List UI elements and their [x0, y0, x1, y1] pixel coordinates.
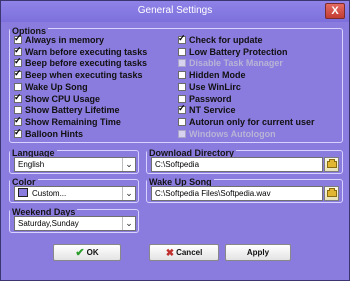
option-password[interactable]: Password	[178, 94, 232, 105]
checkbox[interactable]	[178, 103, 186, 115]
check-icon: ✔	[75, 247, 85, 259]
option-use-winlirc[interactable]: Use WinLirc	[178, 82, 241, 93]
option-label: Autorun only for current user	[189, 116, 315, 127]
option-label: Show CPU Usage	[25, 93, 101, 104]
close-button[interactable]: X	[325, 3, 345, 19]
option-autorun-only-for-current-user[interactable]: Autorun only for current user	[178, 117, 315, 128]
option-hidden-mode[interactable]: Hidden Mode	[178, 70, 246, 81]
option-label: Wake Up Song	[25, 81, 88, 92]
color-value-wrapper: Custom...	[18, 187, 66, 200]
checkbox[interactable]	[14, 127, 22, 138]
language-dropdown[interactable]: English ⌄	[14, 157, 136, 172]
option-label: Beep when executing tasks	[25, 70, 143, 81]
weekend-days-dropdown[interactable]: Saturday,Sunday ⌄	[14, 216, 136, 231]
option-label: Beep before executing tasks	[25, 58, 148, 69]
option-windows-autologon: Windows Autologon	[178, 129, 276, 140]
download-directory-input[interactable]: C:\Softpedia	[151, 157, 323, 172]
apply-button[interactable]: Apply	[225, 244, 291, 261]
ok-button-label: OK	[86, 248, 99, 257]
color-group: Color Custom... ⌄	[9, 177, 139, 203]
option-disable-task-manager: Disable Task Manager	[178, 58, 283, 69]
ok-button[interactable]: ✔ OK	[53, 244, 121, 261]
option-label: Password	[189, 93, 232, 104]
general-settings-window: General Settings X Options Always in mem…	[0, 0, 350, 281]
option-wake-up-song[interactable]: Wake Up Song	[14, 82, 88, 93]
option-label: Use WinLirc	[189, 81, 241, 92]
chevron-down-icon[interactable]: ⌄	[122, 158, 135, 171]
checkbox[interactable]	[14, 33, 22, 44]
option-beep-when-executing-tasks[interactable]: Beep when executing tasks	[14, 68, 143, 81]
weekend-days-group: Weekend Days Saturday,Sunday ⌄	[9, 207, 139, 233]
apply-button-label: Apply	[246, 248, 270, 257]
download-directory-group: Download Directory C:\Softpedia	[146, 148, 343, 174]
x-icon: ✖	[165, 248, 175, 259]
option-label: Disable Task Manager	[189, 58, 283, 69]
checkbox[interactable]	[14, 56, 22, 68]
option-label: Low Battery Protection	[189, 46, 288, 57]
window-title: General Settings	[137, 5, 213, 16]
option-label: Windows Autologon	[189, 128, 276, 139]
option-balloon-hints[interactable]: Balloon Hints	[14, 127, 83, 140]
language-value: English	[18, 160, 45, 169]
checkbox[interactable]	[14, 92, 22, 103]
option-label: Show Remaining Time	[25, 116, 121, 127]
option-label: NT Service	[189, 105, 236, 116]
checkbox[interactable]	[14, 82, 22, 91]
option-show-battery-lifetime[interactable]: Show Battery Lifetime	[14, 105, 120, 116]
checkbox	[178, 129, 186, 138]
wake-up-song-browse-button[interactable]	[324, 186, 339, 201]
option-low-battery-protection[interactable]: Low Battery Protection	[178, 47, 288, 58]
chevron-down-icon[interactable]: ⌄	[122, 187, 135, 200]
cancel-button[interactable]: ✖ Cancel	[149, 244, 219, 261]
wake-up-song-group: Wake Up Song C:\Softpedia Files\Softpedi…	[146, 177, 343, 203]
checkbox[interactable]	[178, 71, 186, 80]
language-group: Language English ⌄	[9, 148, 139, 174]
options-group: Options Always in memoryWarn before exec…	[9, 26, 343, 143]
download-directory-value: C:\Softpedia	[155, 160, 200, 169]
option-label: Show Battery Lifetime	[25, 105, 120, 116]
weekend-days-value: Saturday,Sunday	[18, 219, 79, 228]
option-label: Warn before executing tasks	[25, 46, 148, 57]
option-label: Balloon Hints	[25, 128, 83, 139]
folder-icon	[326, 188, 337, 197]
checkbox[interactable]	[14, 115, 22, 126]
option-warn-before-executing-tasks[interactable]: Warn before executing tasks	[14, 45, 148, 58]
option-label: Hidden Mode	[189, 70, 246, 81]
checkbox[interactable]	[178, 82, 186, 91]
option-show-remaining-time[interactable]: Show Remaining Time	[14, 115, 121, 128]
option-label: Check for update	[189, 35, 263, 45]
color-dropdown[interactable]: Custom... ⌄	[14, 186, 136, 201]
download-directory-browse-button[interactable]	[324, 157, 339, 172]
checkbox[interactable]	[178, 117, 186, 126]
option-check-for-update[interactable]: Check for update	[178, 33, 263, 46]
checkbox[interactable]	[14, 45, 22, 56]
checkbox[interactable]	[14, 106, 22, 115]
option-label: Always in memory	[25, 35, 105, 45]
title-bar[interactable]: General Settings X	[1, 1, 349, 22]
color-value: Custom...	[32, 189, 67, 198]
wake-up-song-value: C:\Softpedia Files\Softpedia.wav	[155, 189, 271, 198]
folder-icon	[326, 159, 337, 168]
cancel-button-label: Cancel	[176, 248, 203, 257]
checkbox[interactable]	[14, 68, 22, 80]
wake-up-song-input[interactable]: C:\Softpedia Files\Softpedia.wav	[151, 186, 323, 201]
checkbox[interactable]	[178, 47, 186, 56]
checkbox[interactable]	[178, 33, 186, 44]
chevron-down-icon[interactable]: ⌄	[122, 217, 135, 230]
option-nt-service[interactable]: NT Service	[178, 103, 236, 116]
checkbox[interactable]	[178, 94, 186, 103]
option-beep-before-executing-tasks[interactable]: Beep before executing tasks	[14, 56, 148, 69]
checkbox	[178, 59, 186, 68]
option-always-in-memory[interactable]: Always in memory	[14, 33, 105, 46]
color-swatch	[18, 188, 28, 197]
option-show-cpu-usage[interactable]: Show CPU Usage	[14, 92, 101, 105]
